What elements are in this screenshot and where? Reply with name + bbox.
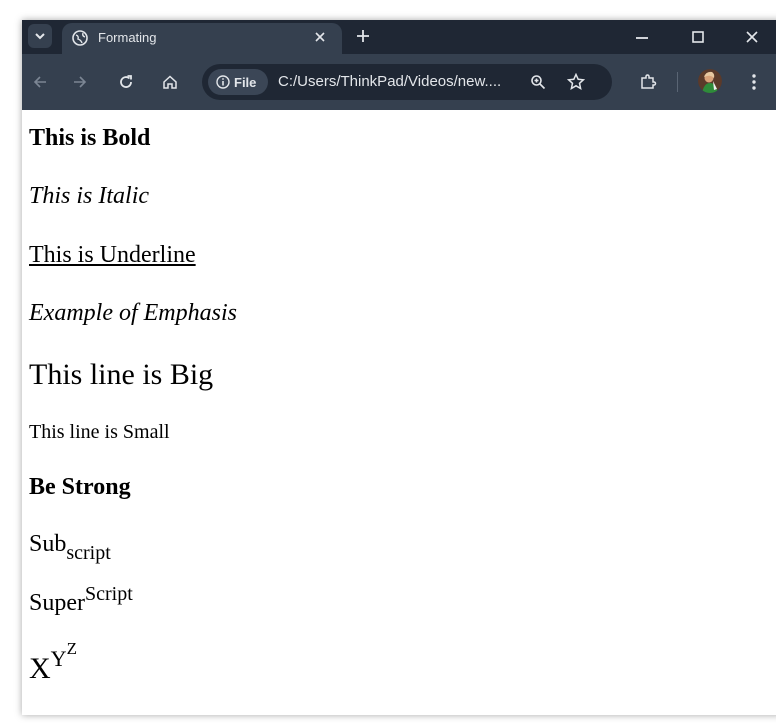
- menu-button[interactable]: [740, 68, 768, 96]
- toolbar: File C:/Users/ThinkPad/Videos/new....: [22, 54, 776, 110]
- power-base: X: [29, 652, 51, 685]
- bookmark-button[interactable]: [562, 68, 590, 96]
- underline-text: This is Underline: [29, 242, 196, 268]
- info-icon: [216, 75, 230, 89]
- profile-avatar[interactable]: [698, 69, 722, 93]
- strong-text: Be Strong: [29, 474, 131, 500]
- tab-strip: Formating: [22, 20, 776, 54]
- globe-icon: [72, 30, 88, 46]
- arrow-right-icon: [74, 76, 87, 88]
- url-text[interactable]: C:/Users/ThinkPad/Videos/new....: [278, 73, 501, 90]
- extensions-button[interactable]: [634, 68, 662, 96]
- superscript-text: Script: [85, 583, 133, 605]
- subscript-text: script: [66, 542, 111, 564]
- superscript-base: Super: [29, 590, 85, 616]
- power-line: XYZ: [29, 639, 77, 686]
- tab-title: Formating: [98, 30, 157, 45]
- address-bar[interactable]: File C:/Users/ThinkPad/Videos/new....: [202, 64, 612, 100]
- power-exponent-1: Y: [50, 646, 67, 671]
- home-button[interactable]: [156, 68, 184, 96]
- reload-icon: [120, 75, 132, 88]
- close-icon: [315, 32, 325, 42]
- chevron-down-icon: [35, 33, 45, 40]
- bold-text: This is Bold: [29, 125, 151, 151]
- arrow-left-icon: [33, 76, 46, 88]
- tab-search-button[interactable]: [28, 24, 52, 48]
- subscript-line: Subscript: [29, 531, 111, 564]
- toolbar-divider: [677, 72, 678, 92]
- active-tab[interactable]: Formating: [62, 23, 342, 54]
- site-info-chip[interactable]: File: [208, 69, 268, 95]
- tab-close-button[interactable]: [310, 27, 330, 47]
- reload-button[interactable]: [112, 68, 140, 96]
- avatar-icon: [698, 69, 722, 93]
- zoom-in-icon: [531, 75, 546, 90]
- big-text: This line is Big: [29, 358, 214, 391]
- close-icon: [746, 31, 758, 43]
- browser-window: Formating File C:/Users/ThinkPad/Videos/…: [22, 20, 776, 715]
- subscript-base: Sub: [29, 531, 67, 557]
- power-exponent-2: Z: [66, 639, 77, 658]
- minimize-icon: [636, 37, 648, 39]
- new-tab-button[interactable]: [352, 25, 374, 47]
- site-info-label: File: [234, 74, 257, 90]
- zoom-button[interactable]: [524, 68, 552, 96]
- puzzle-icon: [641, 74, 657, 89]
- minimize-button[interactable]: [630, 25, 654, 49]
- forward-button[interactable]: [66, 68, 94, 96]
- plus-icon: [357, 30, 369, 42]
- italic-text: This is Italic: [29, 183, 150, 209]
- home-icon: [163, 75, 177, 89]
- emphasis-text: Example of Emphasis: [29, 300, 237, 326]
- more-vertical-icon: [752, 74, 756, 90]
- superscript-line: SuperScript: [29, 583, 133, 617]
- close-window-button[interactable]: [740, 25, 764, 49]
- star-icon: [567, 73, 585, 91]
- small-text: This line is Small: [29, 421, 170, 443]
- maximize-icon: [692, 31, 704, 43]
- back-button[interactable]: [26, 68, 54, 96]
- maximize-button[interactable]: [686, 25, 710, 49]
